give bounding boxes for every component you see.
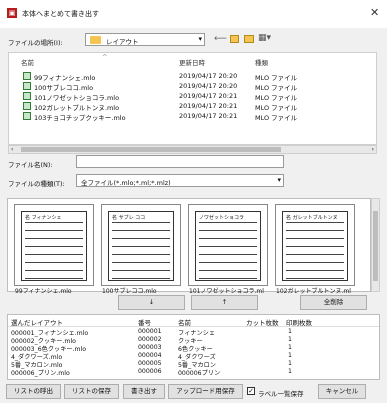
file-type: MLO ファイル [255, 114, 298, 122]
cell-print-count: 1 [288, 336, 292, 343]
preview-heading: 名 サブレ ココ [112, 215, 146, 221]
label-list-save-label: ラベル一覧保存 [258, 390, 304, 398]
preview-heading: 名 ガレットブルトンヌ [286, 215, 338, 221]
cell-print-count: 1 [288, 328, 292, 335]
table-row[interactable]: 000006_プリン.mlo 000006 000006プリン 1 [8, 368, 379, 377]
file-row[interactable]: 101ノワゼットショコラ.mlo 2019/04/17 20:21 MLO ファ… [9, 91, 376, 102]
view-menu-icon[interactable]: ▦▾ [258, 33, 271, 43]
preview-thumbnail[interactable]: 名 ガレットブルトンヌ 102ガレットブルトンヌ.ml [275, 204, 355, 295]
close-button[interactable]: ✕ [370, 6, 379, 19]
column-date[interactable]: 更新日時 [179, 57, 205, 67]
location-dropdown[interactable]: レイアウト ▾ [85, 33, 205, 46]
app-icon: ▣ [7, 8, 17, 18]
chevron-down-icon: ▾ [198, 35, 202, 43]
cell-print-count: 1 [288, 368, 292, 375]
label-list-save-checkbox[interactable]: ✓ [247, 387, 255, 395]
cell-number: 000004 [138, 352, 162, 359]
preview-vscrollbar[interactable] [371, 198, 380, 292]
cell-number: 000001 [138, 328, 162, 335]
preview-label: 100サブレココ.mlo [102, 288, 157, 295]
file-date: 2019/04/17 20:21 [179, 112, 238, 120]
cell-layout: 000006_プリン.mlo [11, 370, 70, 377]
location-label: ファイルの場所(I): [8, 39, 63, 47]
filetype-dropdown[interactable]: 全ファイル(*.mlo;*.ml;*.mlz) ▾ [76, 174, 284, 187]
move-up-button[interactable]: ↑ [191, 295, 258, 310]
export-button[interactable]: 書き出す [123, 384, 165, 399]
scroll-left-icon[interactable]: ‹ [11, 146, 13, 153]
cell-number: 000002 [138, 336, 162, 343]
filetype-value: 全ファイル(*.mlo;*.ml;*.mlz) [81, 179, 171, 187]
column-type[interactable]: 種類 [255, 57, 268, 67]
file-date: 2019/04/17 20:20 [179, 72, 238, 80]
mlo-file-icon [23, 112, 31, 120]
chevron-down-icon: ▾ [277, 176, 281, 184]
back-icon[interactable]: ⟵ [214, 34, 227, 44]
cancel-button[interactable]: キャンセル [318, 384, 366, 399]
scroll-thumb[interactable] [21, 147, 281, 152]
preview-thumbnail[interactable]: ノワゼットショコラ 101ノワゼットショコラ.ml [188, 204, 268, 295]
label-preview: 名 サブレ ココ [108, 211, 174, 281]
file-name: 103チョコチップクッキー.mlo [34, 114, 126, 122]
cell-print-count: 1 [288, 360, 292, 367]
preview-heading: ノワゼットショコラ [199, 215, 245, 221]
list-load-button[interactable]: リストの呼出 [6, 384, 61, 399]
table-row[interactable]: 000001_フィナンシェ.mlo 000001 フィナンシェ 1 [8, 328, 379, 337]
folder-icon [90, 36, 101, 44]
label-preview: ノワゼットショコラ [195, 211, 261, 281]
file-row[interactable]: 99フィナンシェ.mlo 2019/04/17 20:20 MLO ファイル [9, 71, 376, 82]
cell-print-count: 1 [288, 344, 292, 351]
cell-print-count: 1 [288, 352, 292, 359]
preview-panel: 名 フィナンシェ 99フィナンシェ.mlo 名 サブレ ココ 100サブレココ.… [7, 198, 371, 295]
header-divider [8, 326, 379, 327]
location-value: レイアウト [106, 38, 139, 46]
file-date: 2019/04/17 20:21 [179, 102, 238, 110]
preview-label: 99フィナンシェ.mlo [15, 288, 72, 295]
column-name[interactable]: 名前 [21, 57, 34, 67]
scroll-right-icon[interactable]: › [372, 146, 374, 153]
list-save-button[interactable]: リストの保存 [64, 384, 119, 399]
file-row[interactable]: 102ガレットブルトンヌ.mlo 2019/04/17 20:21 MLO ファ… [9, 101, 376, 112]
file-row[interactable]: 100サブレココ.mlo 2019/04/17 20:20 MLO ファイル [9, 81, 376, 92]
window-title: 本体へまとめて書き出す [22, 10, 99, 18]
mlo-file-icon [23, 82, 31, 90]
cell-number: 000006 [138, 368, 162, 375]
filename-label: ファイル名(N): [8, 161, 53, 169]
file-list-hscrollbar[interactable]: ‹ › [8, 145, 377, 154]
cell-number: 000005 [138, 360, 162, 367]
file-date: 2019/04/17 20:21 [179, 92, 238, 100]
table-row[interactable]: 5番_マカロン.mlo 000005 5番_マカロン 1 [8, 360, 379, 369]
file-list[interactable]: 名前 ^ 更新日時 種類 99フィナンシェ.mlo 2019/04/17 20:… [8, 52, 377, 145]
mlo-file-icon [23, 92, 31, 100]
move-down-button[interactable]: ↓ [118, 295, 185, 310]
up-folder-icon[interactable] [230, 35, 239, 43]
label-preview: 名 ガレットブルトンヌ [282, 211, 348, 281]
preview-label: 102ガレットブルトンヌ.ml [276, 288, 351, 295]
file-row[interactable]: 103チョコチップクッキー.mlo 2019/04/17 20:21 MLO フ… [9, 111, 376, 122]
delete-all-button[interactable]: 全削除 [300, 295, 367, 310]
label-preview: 名 フィナンシェ [21, 211, 87, 281]
upload-save-button[interactable]: アップロード用保存 [168, 384, 243, 399]
table-row[interactable]: 000002_クッキー.mlo 000002 クッキー 1 [8, 336, 379, 345]
selected-layouts-table[interactable]: 選んだレイアウト 番号 名前 カット枚数 印刷枚数 000001_フィナンシェ.… [7, 314, 380, 380]
preview-thumbnail[interactable]: 名 サブレ ココ 100サブレココ.mlo [101, 204, 181, 295]
cell-number: 000003 [138, 344, 162, 351]
cell-name: 000006プリン [178, 370, 221, 377]
filetype-label: ファイルの種類(T): [8, 180, 65, 188]
table-row[interactable]: 000003_6色クッキー.mlo 000003 6色クッキー 1 [8, 344, 379, 353]
filename-input[interactable] [76, 155, 284, 168]
mlo-file-icon [23, 72, 31, 80]
preview-label: 101ノワゼットショコラ.ml [189, 288, 264, 295]
preview-heading: 名 フィナンシェ [25, 215, 62, 221]
preview-thumbnail[interactable]: 名 フィナンシェ 99フィナンシェ.mlo [14, 204, 94, 295]
table-row[interactable]: 4_ダクワーズ.mlo 000004 4_ダクワーズ 1 [8, 352, 379, 361]
mlo-file-icon [23, 102, 31, 110]
sort-up-icon: ^ [102, 53, 108, 61]
scroll-thumb[interactable] [373, 211, 378, 281]
new-folder-icon[interactable] [244, 35, 254, 43]
file-date: 2019/04/17 20:20 [179, 82, 238, 90]
